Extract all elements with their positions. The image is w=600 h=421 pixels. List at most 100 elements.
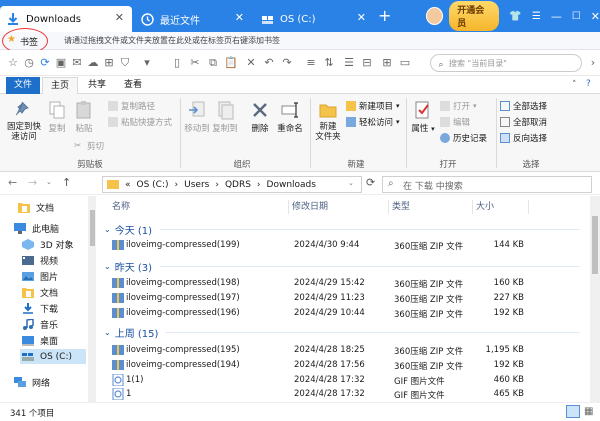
shirt-icon[interactable]: 👕 <box>509 11 521 22</box>
large-icons-view-icon[interactable]: ▦ <box>584 406 593 417</box>
new-item-button[interactable]: 新建项目 ▾ <box>346 100 400 112</box>
file-list-scrollbar-thumb[interactable] <box>592 216 598 274</box>
grid-icon[interactable]: ⊞ <box>102 56 116 70</box>
close-icon[interactable]: ✕ <box>235 11 244 25</box>
rename-button[interactable]: 重命名 <box>276 100 304 134</box>
maximize-icon[interactable]: ☐ <box>572 11 581 22</box>
cut-icon[interactable]: ✂ <box>188 56 202 70</box>
redo-icon[interactable]: ↷ <box>280 56 294 70</box>
folder-icon[interactable]: ▭ <box>398 56 412 70</box>
paste-shortcut-button[interactable]: 粘贴快捷方式 <box>108 116 172 128</box>
path-dropdown-icon[interactable]: ⌄ <box>348 179 354 187</box>
avatar[interactable] <box>426 7 444 25</box>
table-row[interactable]: 1 2024/4/28 17:32 GIF 图片文件 465 KB <box>100 387 580 402</box>
invert-selection-button[interactable]: 反向选择 <box>500 132 547 144</box>
table-row[interactable]: iloveimg-compressed(196) 2024/4/29 10:44… <box>100 306 580 321</box>
vip-button[interactable]: 开通会员 <box>449 1 500 31</box>
clock-icon[interactable]: ◷ <box>22 56 36 70</box>
bookmark-label[interactable]: 书签 <box>20 35 38 48</box>
column-header-size[interactable]: 大小 <box>476 198 494 216</box>
delete-button[interactable]: 删除 <box>248 100 272 134</box>
ribbon-tab-home[interactable]: 主页 <box>42 77 79 94</box>
new-folder-button[interactable]: 新建 文件夹 <box>314 100 342 142</box>
up-icon[interactable]: ↑ <box>62 176 71 189</box>
sidebar-item-3d-objects[interactable]: 3D 对象 <box>22 237 74 252</box>
star-icon[interactable]: ☆ <box>6 56 20 70</box>
close-window-icon[interactable]: ✕ <box>591 10 600 23</box>
table-row[interactable]: iloveimg-compressed(197) 2024/4/29 11:23… <box>100 291 580 306</box>
nav-search-input[interactable]: 搜索 "当前目录" <box>430 54 582 72</box>
tiles-view-icon[interactable]: ⊞ <box>380 56 394 70</box>
close-icon[interactable]: ✕ <box>357 11 366 25</box>
minimize-icon[interactable]: — <box>551 10 562 23</box>
new-file-icon[interactable]: ▯ <box>170 56 184 70</box>
menu-icon[interactable]: ☰ <box>532 11 541 22</box>
refresh-icon[interactable]: ⟳ <box>38 56 52 70</box>
image-icon[interactable]: ▣ <box>54 56 68 70</box>
group-header-yesterday[interactable]: ⌄ 昨天 (3) <box>104 259 152 274</box>
breadcrumb-downloads[interactable]: Downloads <box>267 180 316 190</box>
sidebar-item-documents[interactable]: 文档 <box>22 285 58 300</box>
copy-icon[interactable]: ⧉ <box>206 56 220 70</box>
help-icon[interactable]: ? <box>586 79 591 89</box>
back-icon[interactable]: ← <box>8 176 17 189</box>
column-header-type[interactable]: 类型 <box>392 198 410 216</box>
forward-icon[interactable]: → <box>28 176 37 189</box>
table-row[interactable]: iloveimg-compressed(194) 2024/4/28 17:56… <box>100 358 580 373</box>
sidebar-item-os-c[interactable]: OS (C:) <box>20 349 86 364</box>
recent-dropdown-icon[interactable]: ⌄ <box>46 178 52 186</box>
cloud-icon[interactable]: ☁ <box>86 56 100 70</box>
list-view-icon[interactable]: ☰ <box>342 56 356 70</box>
sidebar-item-network[interactable]: 网络 <box>14 375 50 390</box>
ribbon-tab-view[interactable]: 查看 <box>116 77 150 94</box>
more-icon[interactable]: › <box>586 56 600 70</box>
view-icon[interactable]: ≡ <box>304 56 318 70</box>
collapse-ribbon-icon[interactable]: ˄ <box>572 80 577 90</box>
sidebar-item-music[interactable]: 音乐 <box>22 317 58 332</box>
easy-access-button[interactable]: 轻松访问 ▾ <box>346 116 400 128</box>
move-to-button[interactable]: 移动到 <box>184 100 210 134</box>
breadcrumb-os-c[interactable]: OS (C:) <box>137 180 169 190</box>
copy-button[interactable]: 复制 <box>46 100 68 134</box>
select-none-button[interactable]: 全部取消 <box>500 116 547 128</box>
select-all-button[interactable]: 全部选择 <box>500 100 547 112</box>
table-row[interactable]: iloveimg-compressed(198) 2024/4/29 15:42… <box>100 276 580 291</box>
new-tab-button[interactable]: + <box>378 8 391 24</box>
details-view-icon[interactable] <box>566 405 580 418</box>
group-header-last-week[interactable]: ⌄ 上周 (15) <box>104 325 158 340</box>
history-button[interactable]: 历史记录 <box>440 132 487 144</box>
breadcrumb-users[interactable]: Users <box>184 180 209 190</box>
copy-to-button[interactable]: 复制到 <box>212 100 238 134</box>
delete-icon[interactable]: ✕ <box>244 56 258 70</box>
table-row[interactable]: iloveimg-compressed(195) 2024/4/28 18:25… <box>100 343 580 358</box>
address-path[interactable]: « OS (C:) › Users › QDRS › Downloads <box>102 176 362 193</box>
sidebar-item-downloads[interactable]: 下载 <box>22 301 58 316</box>
pin-quick-access-button[interactable]: 固定到快 速访问 <box>4 100 44 142</box>
column-header-name[interactable]: 名称 <box>112 198 130 216</box>
sidebar-item-desktop[interactable]: 桌面 <box>22 333 58 348</box>
column-header-date[interactable]: 修改日期 <box>292 198 328 216</box>
properties-button[interactable]: 属性 ▾ <box>410 100 436 134</box>
close-icon[interactable]: ✕ <box>115 11 124 25</box>
edit-button[interactable]: 编辑 <box>440 116 470 128</box>
tab-recent-files[interactable]: 最近文件 ✕ <box>134 6 252 32</box>
paste-icon[interactable]: 📋 <box>224 56 238 70</box>
table-row[interactable]: iloveimg-compressed(199) 2024/4/30 9:44 … <box>100 238 580 253</box>
sidebar-scrollbar-thumb[interactable] <box>90 210 95 246</box>
cut-button[interactable]: ✂ 剪切 <box>74 140 104 152</box>
paste-button[interactable]: 粘贴 <box>72 100 96 134</box>
sidebar-item-this-pc[interactable]: 此电脑 <box>14 221 59 236</box>
sidebar-item-videos[interactable]: 视频 <box>22 253 58 268</box>
copy-path-button[interactable]: 复制路径 <box>108 100 155 112</box>
folder-search-input[interactable]: 在 下载 中搜索 <box>382 176 592 193</box>
chat-icon[interactable]: ✉ <box>70 56 84 70</box>
refresh-icon[interactable]: ⟳ <box>366 176 375 189</box>
sort-icon[interactable]: ⇅ <box>322 56 336 70</box>
undo-icon[interactable]: ↶ <box>262 56 276 70</box>
tab-os-c[interactable]: OS (C:) ✕ <box>254 6 374 32</box>
ribbon-tab-share[interactable]: 共享 <box>80 77 114 94</box>
details-view-icon[interactable]: ⊟ <box>360 56 374 70</box>
group-header-today[interactable]: ⌄ 今天 (1) <box>104 222 152 237</box>
table-row[interactable]: 1(1) 2024/4/28 17:32 GIF 图片文件 460 KB <box>100 373 580 388</box>
sidebar-item-documents-quick[interactable]: 文档 <box>18 200 54 215</box>
